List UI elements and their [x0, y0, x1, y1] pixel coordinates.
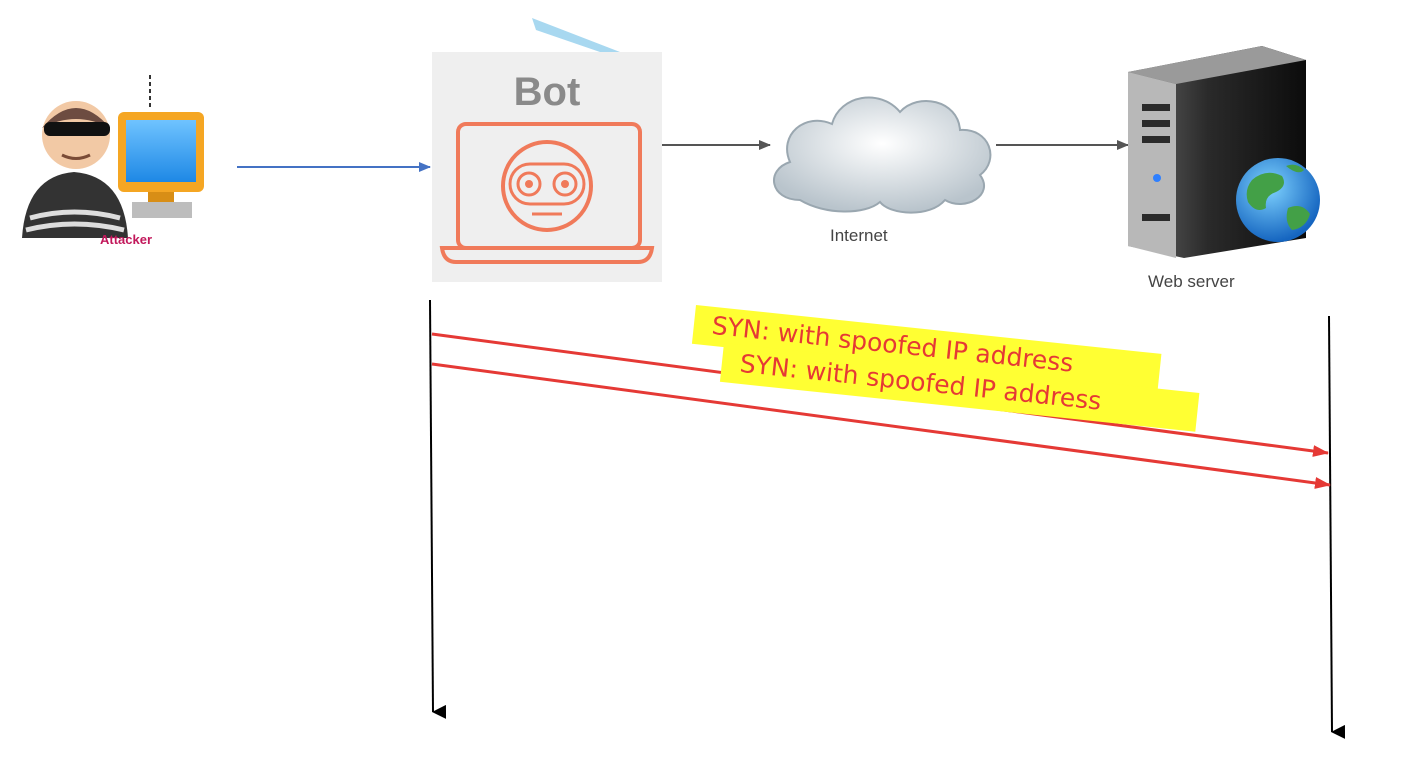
internet-label: Internet: [830, 226, 888, 245]
attacker-label: Attacker: [99, 232, 153, 247]
bot-node: Bot: [432, 52, 662, 282]
server-lifeline: [1328, 315, 1346, 739]
sequence-diagram: Attacker Bot Internet Web server SYN: wi…: [0, 0, 1412, 757]
web-server-label: Web server: [1148, 272, 1235, 291]
attacker-node: Attacker: [18, 75, 234, 255]
bot-antenna-decoration: [532, 18, 620, 52]
robot-laptop-icon: [439, 122, 655, 264]
bot-lifeline: [429, 299, 447, 719]
cloud-icon: [773, 96, 992, 214]
globe-icon: [1236, 158, 1320, 242]
